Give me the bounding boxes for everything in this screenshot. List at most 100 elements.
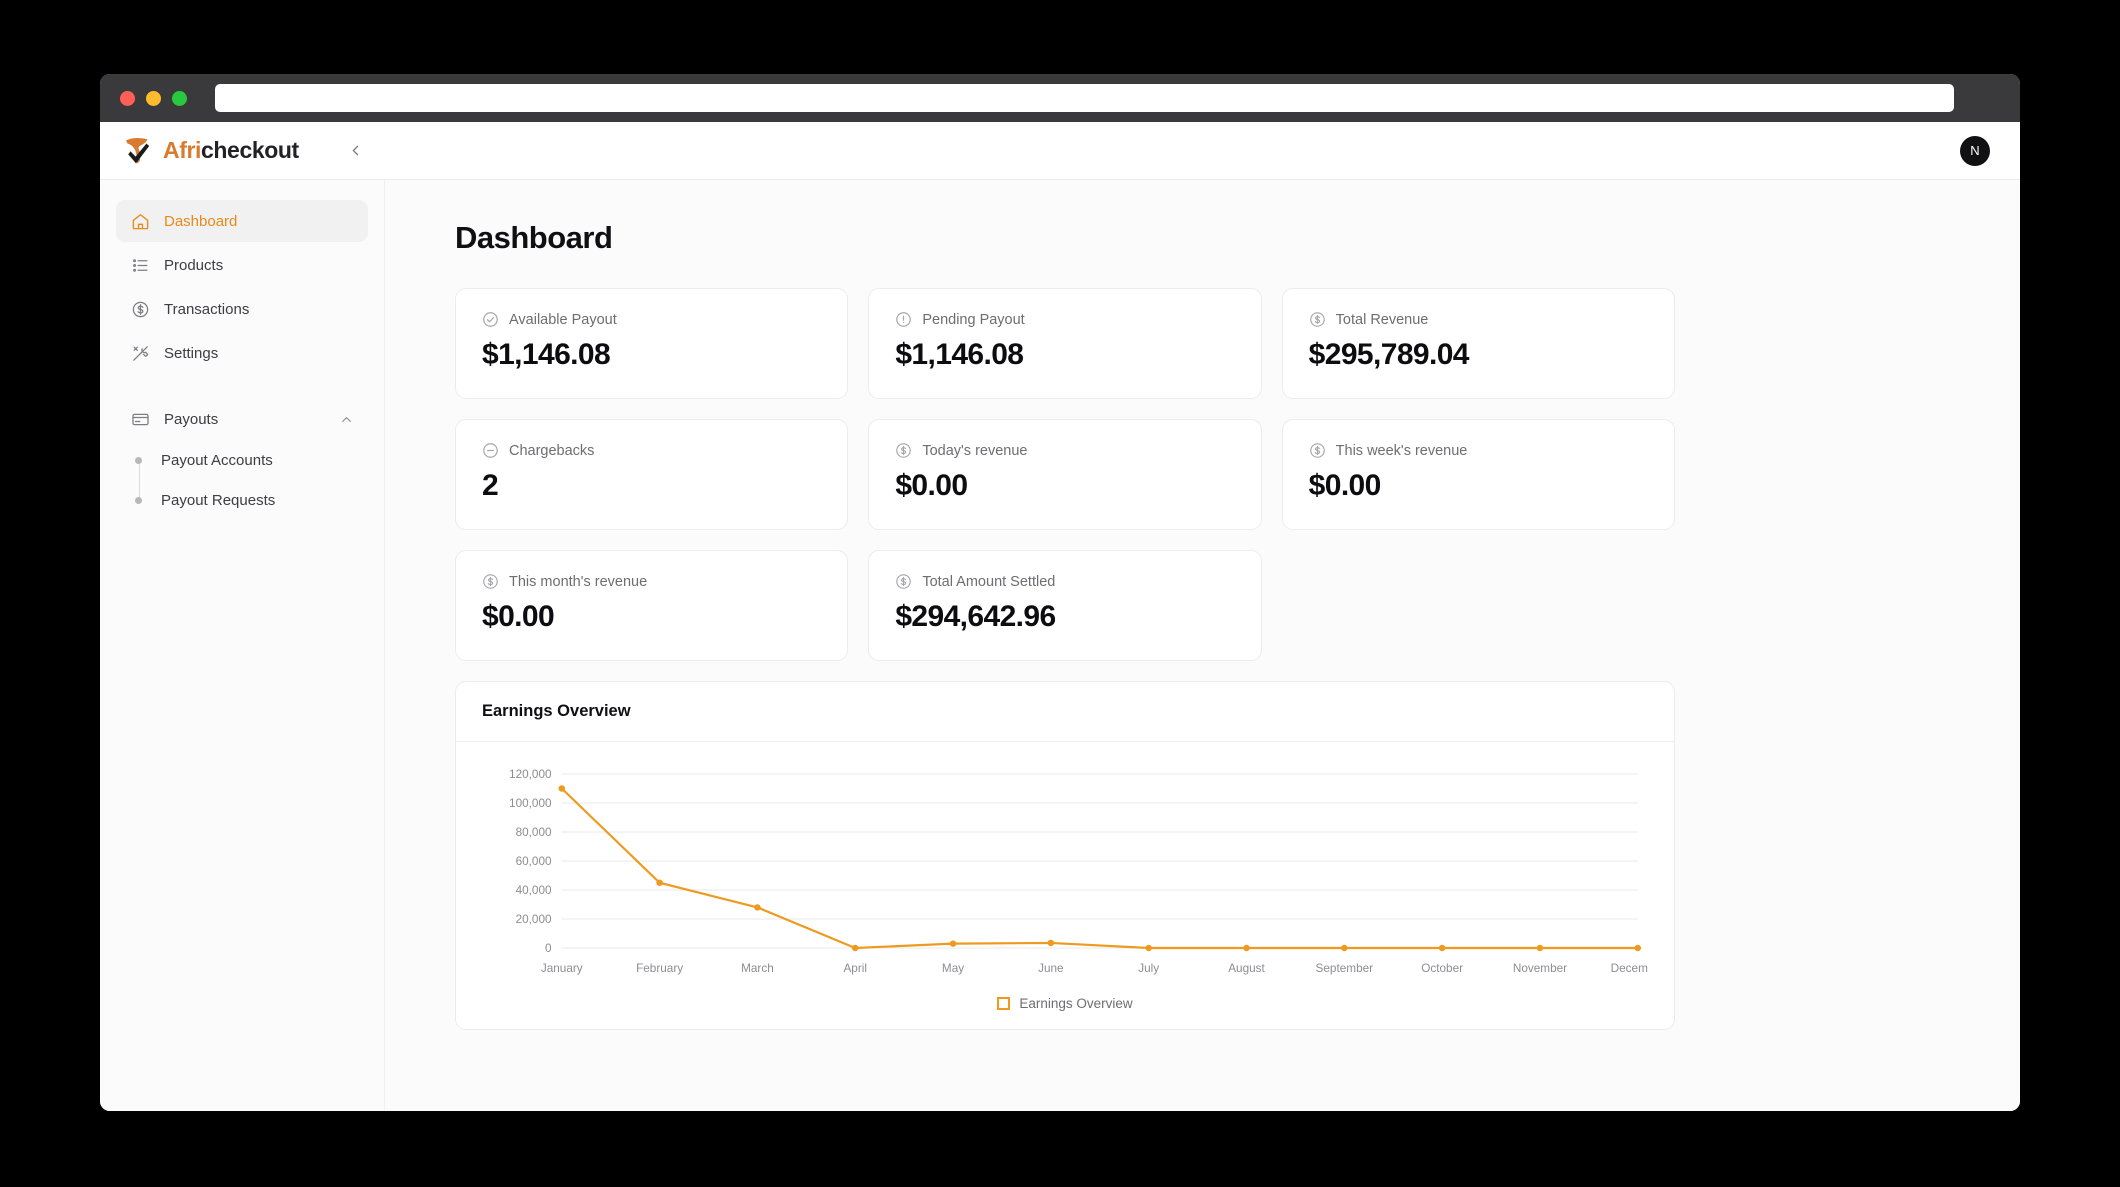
y-axis-tick-label: 20,000	[516, 913, 552, 926]
stat-card-grid: Available Payout $1,146.08 Pending Payou…	[455, 288, 1675, 661]
sidebar-subitem-label: Payout Requests	[161, 492, 275, 509]
stat-card-label: This week's revenue	[1336, 443, 1468, 459]
chart-data-point	[1243, 945, 1250, 951]
stat-card-total-revenue: Total Revenue $295,789.04	[1282, 288, 1675, 399]
stat-card-chargebacks: Chargebacks 2	[455, 419, 848, 530]
sidebar-item-label: Dashboard	[164, 213, 237, 230]
sidebar-item-label: Products	[164, 257, 223, 274]
x-axis-tick-label: August	[1228, 962, 1265, 975]
minus-circle-icon	[482, 442, 499, 459]
home-icon	[130, 211, 150, 231]
stat-card-value: 2	[482, 469, 821, 503]
legend-swatch-icon	[997, 997, 1010, 1010]
sidebar-subitem-label: Payout Accounts	[161, 452, 273, 469]
check-circle-icon	[482, 311, 499, 328]
sidebar-divider-gap	[116, 376, 368, 398]
x-axis-tick-label: January	[541, 962, 583, 975]
y-axis-tick-label: 120,000	[509, 768, 552, 781]
sidebar-group-label: Payouts	[164, 411, 218, 428]
earnings-line-chart[interactable]: 020,00040,00060,00080,000100,000120,000J…	[482, 764, 1648, 984]
dollar-circle-icon	[482, 573, 499, 590]
stat-card-label: Available Payout	[509, 312, 617, 328]
sidebar: Dashboard Products	[100, 180, 385, 1111]
sidebar-item-payout-requests[interactable]: Payout Requests	[130, 480, 368, 520]
stat-card-label: Chargebacks	[509, 443, 594, 459]
tools-icon	[130, 343, 150, 363]
chart-data-point	[559, 785, 566, 791]
stat-card-pending-payout: Pending Payout $1,146.08	[868, 288, 1261, 399]
minimize-window-button[interactable]	[146, 91, 161, 106]
user-avatar[interactable]: N	[1960, 136, 1990, 166]
sidebar-group-payouts[interactable]: Payouts	[116, 398, 368, 440]
chart-legend: Earnings Overview	[482, 996, 1648, 1011]
stat-card-value: $1,146.08	[482, 338, 821, 372]
x-axis-tick-label: April	[843, 962, 867, 975]
sidebar-item-dashboard[interactable]: Dashboard	[116, 200, 368, 242]
address-bar-input[interactable]	[215, 84, 1954, 112]
x-axis-tick-label: December	[1611, 962, 1648, 975]
app-topbar: Africheckout N	[100, 122, 2020, 180]
stat-card-label: Pending Payout	[922, 312, 1024, 328]
brand-logo[interactable]: Africheckout	[122, 134, 299, 168]
dollar-circle-icon	[1309, 311, 1326, 328]
dollar-circle-icon	[895, 442, 912, 459]
legend-label: Earnings Overview	[1019, 996, 1132, 1011]
y-axis-tick-label: 0	[545, 942, 552, 955]
avatar-initial: N	[1970, 143, 1979, 158]
stat-card-total-amount-settled: Total Amount Settled $294,642.96	[868, 550, 1261, 661]
x-axis-tick-label: July	[1138, 962, 1159, 975]
dollar-circle-icon	[1309, 442, 1326, 459]
stat-card-value: $0.00	[895, 469, 1234, 503]
stat-card-value: $294,642.96	[895, 600, 1234, 634]
chart-header: Earnings Overview	[456, 682, 1674, 742]
africheckout-logo-icon	[122, 134, 156, 168]
sidebar-subnav-payouts: Payout Accounts Payout Requests	[116, 440, 368, 520]
x-axis-tick-label: September	[1316, 962, 1374, 975]
chart-data-point	[1439, 945, 1446, 951]
bullet-icon	[135, 497, 142, 504]
x-axis-tick-label: June	[1038, 962, 1064, 975]
browser-chrome-bar	[100, 74, 2020, 122]
y-axis-tick-label: 80,000	[516, 826, 552, 839]
earnings-overview-card: Earnings Overview 020,00040,00060,00080,…	[455, 681, 1675, 1030]
close-window-button[interactable]	[120, 91, 135, 106]
y-axis-tick-label: 40,000	[516, 884, 552, 897]
stat-card-label: Today's revenue	[922, 443, 1027, 459]
sidebar-item-label: Transactions	[164, 301, 249, 318]
stat-card-value: $0.00	[1309, 469, 1648, 503]
sidebar-item-products[interactable]: Products	[116, 244, 368, 286]
maximize-window-button[interactable]	[172, 91, 187, 106]
chart-data-point	[1634, 945, 1641, 951]
chart-data-point	[1537, 945, 1544, 951]
stat-card-label: This month's revenue	[509, 574, 647, 590]
page-title: Dashboard	[455, 220, 1974, 256]
sidebar-item-settings[interactable]: Settings	[116, 332, 368, 374]
chart-data-point	[656, 880, 663, 886]
stat-card-value: $1,146.08	[895, 338, 1234, 372]
chart-data-point	[950, 940, 957, 946]
alert-circle-icon	[895, 311, 912, 328]
chart-data-point	[1341, 945, 1348, 951]
sidebar-item-payout-accounts[interactable]: Payout Accounts	[130, 440, 368, 480]
logo-text-checkout: checkout	[201, 137, 299, 163]
y-axis-tick-label: 100,000	[509, 797, 552, 810]
browser-window: Africheckout N	[100, 74, 2020, 1111]
dollar-circle-icon	[895, 573, 912, 590]
app-root: Africheckout N	[100, 122, 2020, 1111]
chart-data-point	[1145, 945, 1152, 951]
stat-card-available-payout: Available Payout $1,146.08	[455, 288, 848, 399]
chart-title: Earnings Overview	[482, 702, 1648, 721]
x-axis-tick-label: February	[636, 962, 683, 975]
stat-card-this-months-revenue: This month's revenue $0.00	[455, 550, 848, 661]
sidebar-item-transactions[interactable]: Transactions	[116, 288, 368, 330]
sidebar-item-label: Settings	[164, 345, 218, 362]
chevron-up-icon	[339, 412, 354, 427]
chevron-left-icon	[347, 142, 364, 159]
chart-series-line	[562, 789, 1638, 949]
list-icon	[130, 255, 150, 275]
stat-card-label: Total Amount Settled	[922, 574, 1055, 590]
app-body: Dashboard Products	[100, 180, 2020, 1111]
bullet-icon	[135, 457, 142, 464]
sidebar-collapse-button[interactable]	[343, 138, 369, 164]
stat-card-this-weeks-revenue: This week's revenue $0.00	[1282, 419, 1675, 530]
